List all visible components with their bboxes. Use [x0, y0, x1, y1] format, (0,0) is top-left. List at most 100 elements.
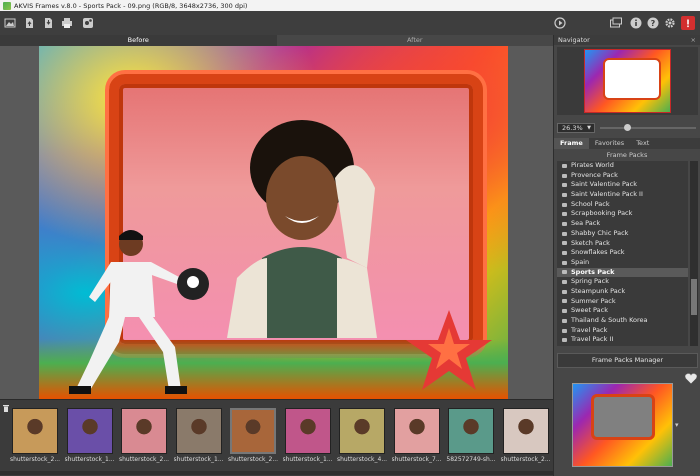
frame-pack-label: School Pack	[571, 199, 610, 208]
save-icon[interactable]	[41, 16, 55, 30]
folder-icon	[562, 260, 567, 265]
folder-icon	[562, 221, 567, 226]
close-icon[interactable]: ×	[691, 35, 696, 45]
thumbnail-image	[12, 408, 58, 454]
print-icon[interactable]	[60, 16, 74, 30]
trash-icon[interactable]	[3, 405, 9, 412]
panels-icon[interactable]	[609, 16, 623, 30]
frame-packs-scrollbar[interactable]	[690, 161, 698, 346]
thumbnail-item[interactable]: shutterstock_1...	[65, 408, 115, 469]
thumbnail-item[interactable]: shutterstock_2...	[501, 408, 551, 469]
frame-pack-item[interactable]: Travel Pack	[557, 326, 688, 336]
thumbnail-image	[502, 408, 549, 454]
tab-text[interactable]: Text	[630, 138, 655, 149]
frame-pack-item[interactable]: Sea Pack	[557, 219, 688, 229]
zoom-select[interactable]: 26.3% ▼	[557, 123, 595, 133]
frame-packs-title: Frame Packs	[606, 151, 648, 159]
frame-pack-label: Travel Pack	[571, 325, 608, 334]
thumbnail-item[interactable]: shutterstock_1...	[283, 408, 333, 469]
thumbnail-item[interactable]: shutterstock_2...	[119, 408, 169, 469]
frame-pack-item[interactable]: Travel Pack II	[557, 335, 688, 345]
thumbnail-item[interactable]: shutterstock_2...	[228, 408, 278, 469]
settings-icon[interactable]	[663, 16, 677, 30]
favorite-heart-icon[interactable]	[685, 373, 697, 384]
tab-before[interactable]: Before	[0, 35, 277, 46]
frame-pack-item[interactable]: Pirates World	[557, 161, 688, 171]
frame-pack-item[interactable]: Summer Pack	[557, 297, 688, 307]
tab-favorites[interactable]: Favorites	[589, 138, 630, 149]
thumbnail-image	[66, 408, 113, 454]
frame-pack-item[interactable]: Sketch Pack	[557, 239, 688, 249]
frame-pack-item[interactable]: Spring Pack	[557, 277, 688, 287]
frame-pack-label: Spain	[571, 257, 590, 266]
folder-icon	[562, 309, 567, 314]
chevron-down-icon[interactable]: ▾	[675, 421, 679, 429]
zoom-slider[interactable]	[600, 124, 696, 131]
frame-pack-item[interactable]: Provence Pack	[557, 171, 688, 181]
thumbnail-item[interactable]: shutterstock_2...	[10, 408, 60, 469]
help-icon[interactable]: ?	[646, 16, 660, 30]
tab-after[interactable]: After	[277, 35, 554, 46]
image-canvas[interactable]	[0, 46, 553, 399]
folder-icon	[562, 241, 567, 246]
frame-pack-item[interactable]: Thailand & South Korea	[557, 316, 688, 326]
scrollbar-thumb[interactable]	[691, 279, 697, 315]
app-logo-icon	[3, 1, 11, 10]
folder-icon	[562, 338, 567, 343]
navigator-thumbnail	[584, 49, 671, 113]
share-icon[interactable]	[81, 16, 95, 30]
frame-pack-item[interactable]: Scrapbooking Pack	[557, 209, 688, 219]
frame-pack-label: Sweet Pack	[571, 306, 609, 315]
folder-icon	[562, 289, 567, 294]
frame-pack-label: Sports Pack	[571, 267, 615, 276]
thumbnail-item[interactable]: shutterstock_7...	[392, 408, 442, 469]
navigator-preview[interactable]	[557, 47, 698, 115]
frame-pack-item[interactable]: Saint Valentine Pack II	[557, 190, 688, 200]
main-toolbar: ?	[0, 11, 700, 35]
frame-pack-item[interactable]: Shabby Chic Pack	[557, 229, 688, 239]
open-file-icon[interactable]	[22, 16, 36, 30]
open-image-icon[interactable]	[3, 16, 17, 30]
notifications-icon[interactable]	[681, 16, 695, 30]
frame-pack-label: Sketch Pack	[571, 238, 610, 247]
frame-pack-item[interactable]: Snowflakes Pack	[557, 248, 688, 258]
frame-pack-item[interactable]: Steampunk Pack	[557, 287, 688, 297]
frame-pack-label: Saint Valentine Pack II	[571, 190, 643, 199]
frame-packs-manager-button[interactable]: Frame Packs Manager	[557, 353, 698, 368]
person-photo	[227, 120, 377, 338]
frame-preview[interactable]	[572, 383, 673, 467]
frame-pack-item[interactable]: Saint Valentine Pack	[557, 180, 688, 190]
frame-pack-label: Snowflakes Pack	[571, 248, 625, 257]
zoom-slider-knob[interactable]	[624, 124, 631, 131]
run-icon[interactable]	[553, 16, 567, 30]
frame-pack-label: Provence Pack	[571, 170, 618, 179]
frame-pack-label: Shabby Chic Pack	[571, 228, 629, 237]
navigator-title: Navigator	[558, 36, 590, 44]
thumbnail-item[interactable]: shutterstock_1...	[174, 408, 224, 469]
view-tabs: Before After	[0, 35, 553, 46]
thumbnail-item[interactable]: shutterstock_4...	[337, 408, 387, 469]
frame-pack-item[interactable]: School Pack	[557, 200, 688, 210]
thumbnail-image	[175, 408, 222, 454]
folder-icon	[562, 173, 567, 178]
thumbnail-caption: shutterstock_2...	[500, 456, 551, 463]
right-panel: Navigator × 26.3% ▼ Frame Favorites Text…	[553, 35, 700, 476]
thumbnail-caption: shutterstock_2...	[119, 456, 169, 463]
info-icon[interactable]	[629, 16, 643, 30]
framed-photo	[39, 46, 508, 399]
thumbnail-item[interactable]: 582572749-sh...	[446, 408, 496, 469]
thumbnail-image	[339, 408, 385, 454]
frame-pack-label: Scrapbooking Pack	[571, 209, 633, 218]
frame-pack-label: Pirates World	[571, 161, 614, 169]
frame-pack-item[interactable]: Sweet Pack	[557, 306, 688, 316]
frame-pack-item[interactable]: Sports Pack	[557, 267, 688, 278]
folder-icon	[562, 183, 567, 188]
thumbnail-caption: shutterstock_1...	[173, 456, 224, 463]
tab-frame[interactable]: Frame	[554, 138, 589, 149]
title-bar: AKVIS Frames v.8.0 - Sports Pack - 09.pn…	[0, 0, 700, 11]
frame-pack-item[interactable]: Spain	[557, 258, 688, 268]
svg-text:?: ?	[651, 19, 656, 28]
thumbnail-strip: shutterstock_2... shutterstock_1... shutte…	[0, 399, 553, 476]
thumbnail-scrollbar[interactable]	[0, 471, 553, 475]
frame-pack-label: Travel Pack II	[571, 335, 614, 344]
